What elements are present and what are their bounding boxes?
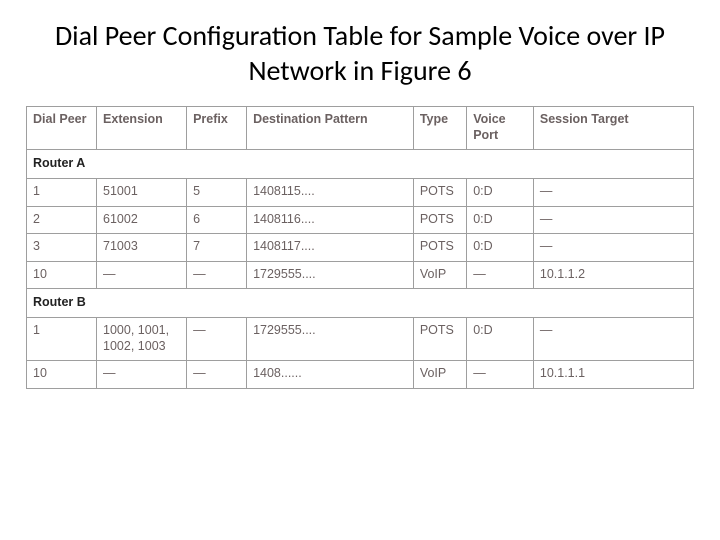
- cell-dest-pattern: 1408115....: [247, 178, 414, 206]
- cell-extension: 61002: [97, 206, 187, 234]
- cell-prefix: —: [187, 261, 247, 289]
- cell-type: POTS: [413, 318, 466, 361]
- col-dial-peer: Dial Peer: [27, 107, 97, 150]
- cell-dial-peer: 2: [27, 206, 97, 234]
- cell-session-target: 10.1.1.1: [533, 361, 693, 389]
- cell-dial-peer: 1: [27, 178, 97, 206]
- col-dest-pattern: Destination Pattern: [247, 107, 414, 150]
- cell-prefix: —: [187, 318, 247, 361]
- cell-dest-pattern: 1729555....: [247, 261, 414, 289]
- cell-dest-pattern: 1408117....: [247, 234, 414, 262]
- table-row: 10 — — 1729555.... VoIP — 10.1.1.2: [27, 261, 694, 289]
- cell-dest-pattern: 1408116....: [247, 206, 414, 234]
- cell-voice-port: —: [467, 361, 534, 389]
- cell-prefix: —: [187, 361, 247, 389]
- slide: Dial Peer Configuration Table for Sample…: [0, 0, 720, 540]
- cell-prefix: 5: [187, 178, 247, 206]
- table-header: Dial Peer Extension Prefix Destination P…: [27, 107, 694, 150]
- cell-dial-peer: 10: [27, 261, 97, 289]
- cell-session-target: 10.1.1.2: [533, 261, 693, 289]
- page-title: Dial Peer Configuration Table for Sample…: [40, 18, 680, 88]
- section-row: Router A: [27, 150, 694, 179]
- cell-session-target: —: [533, 178, 693, 206]
- dial-peer-table: Dial Peer Extension Prefix Destination P…: [26, 106, 694, 389]
- cell-voice-port: 0:D: [467, 234, 534, 262]
- cell-type: VoIP: [413, 361, 466, 389]
- col-type: Type: [413, 107, 466, 150]
- cell-extension: 1000, 1001, 1002, 1003: [97, 318, 187, 361]
- cell-voice-port: 0:D: [467, 206, 534, 234]
- section-label: Router B: [27, 289, 694, 318]
- table-row: 10 — — 1408...... VoIP — 10.1.1.1: [27, 361, 694, 389]
- cell-session-target: —: [533, 206, 693, 234]
- cell-session-target: —: [533, 318, 693, 361]
- cell-voice-port: 0:D: [467, 318, 534, 361]
- table-row: 1 51001 5 1408115.... POTS 0:D —: [27, 178, 694, 206]
- cell-extension: —: [97, 361, 187, 389]
- cell-voice-port: 0:D: [467, 178, 534, 206]
- cell-extension: 71003: [97, 234, 187, 262]
- cell-dest-pattern: 1408......: [247, 361, 414, 389]
- cell-voice-port: —: [467, 261, 534, 289]
- section-label: Router A: [27, 150, 694, 179]
- cell-prefix: 7: [187, 234, 247, 262]
- table-row: 1 1000, 1001, 1002, 1003 — 1729555.... P…: [27, 318, 694, 361]
- table-row: 3 71003 7 1408117.... POTS 0:D —: [27, 234, 694, 262]
- cell-dial-peer: 3: [27, 234, 97, 262]
- cell-extension: —: [97, 261, 187, 289]
- cell-dest-pattern: 1729555....: [247, 318, 414, 361]
- cell-type: POTS: [413, 234, 466, 262]
- cell-dial-peer: 10: [27, 361, 97, 389]
- col-prefix: Prefix: [187, 107, 247, 150]
- cell-dial-peer: 1: [27, 318, 97, 361]
- cell-extension: 51001: [97, 178, 187, 206]
- cell-session-target: —: [533, 234, 693, 262]
- col-voice-port: Voice Port: [467, 107, 534, 150]
- cell-type: POTS: [413, 206, 466, 234]
- cell-type: VoIP: [413, 261, 466, 289]
- col-session-target: Session Target: [533, 107, 693, 150]
- col-extension: Extension: [97, 107, 187, 150]
- table-container: Dial Peer Extension Prefix Destination P…: [26, 106, 694, 389]
- cell-prefix: 6: [187, 206, 247, 234]
- cell-type: POTS: [413, 178, 466, 206]
- section-row: Router B: [27, 289, 694, 318]
- table-row: 2 61002 6 1408116.... POTS 0:D —: [27, 206, 694, 234]
